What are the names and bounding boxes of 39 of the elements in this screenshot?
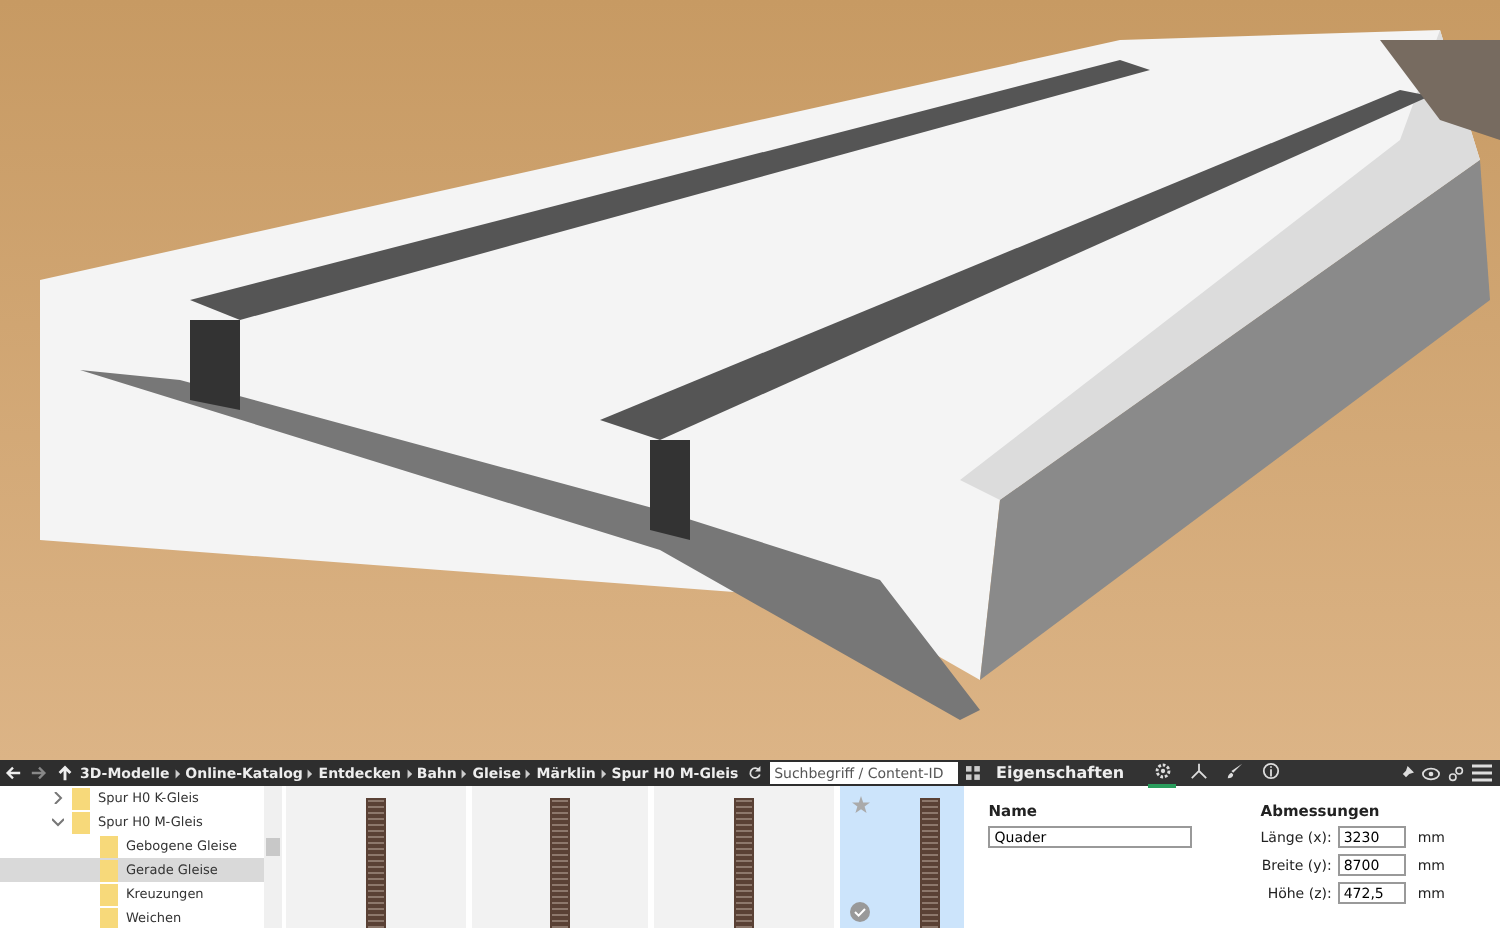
folder-icon <box>100 907 118 928</box>
catalog-tile[interactable] <box>472 786 649 928</box>
catalog-tile[interactable] <box>654 786 835 928</box>
scrollbar[interactable] <box>264 786 283 928</box>
chevron-icon <box>173 767 182 779</box>
folder-icon <box>100 835 118 857</box>
up-arrow-icon[interactable] <box>56 764 74 782</box>
settings-icon <box>1153 762 1172 780</box>
eye-icon[interactable] <box>1422 765 1440 781</box>
chevron-icon <box>306 767 315 779</box>
info-icon <box>1261 762 1280 780</box>
star-icon[interactable] <box>852 796 871 814</box>
track-icon <box>734 798 755 928</box>
chevron-icon <box>524 767 533 779</box>
chevron-right-icon[interactable] <box>52 792 64 804</box>
panel-tab[interactable] <box>1148 759 1177 787</box>
chevron-icon <box>460 767 469 779</box>
track-icon <box>920 798 941 928</box>
refresh-icon[interactable] <box>748 764 763 782</box>
track-icon <box>550 798 571 928</box>
folder-icon <box>72 787 90 809</box>
catalog-tile[interactable] <box>840 786 965 928</box>
chevron-icon <box>599 767 608 779</box>
forward-arrow-icon[interactable] <box>30 764 48 782</box>
grid-view-icon[interactable] <box>966 764 980 782</box>
chevron-down-icon[interactable] <box>52 816 64 828</box>
folder-icon <box>100 883 118 905</box>
panel-title: Eigenschaften <box>996 764 1125 782</box>
catalog-tile[interactable] <box>286 786 467 928</box>
brush-icon <box>1225 762 1244 780</box>
folder-icon <box>100 859 118 881</box>
chevron-icon <box>405 767 413 779</box>
link-icon[interactable] <box>1448 765 1464 781</box>
check-icon[interactable] <box>850 902 871 922</box>
back-arrow-icon[interactable] <box>4 764 22 782</box>
nodes-icon <box>1189 762 1208 780</box>
menu-icon[interactable] <box>1472 764 1492 782</box>
folder-icon <box>72 811 90 833</box>
track-icon <box>366 798 387 928</box>
